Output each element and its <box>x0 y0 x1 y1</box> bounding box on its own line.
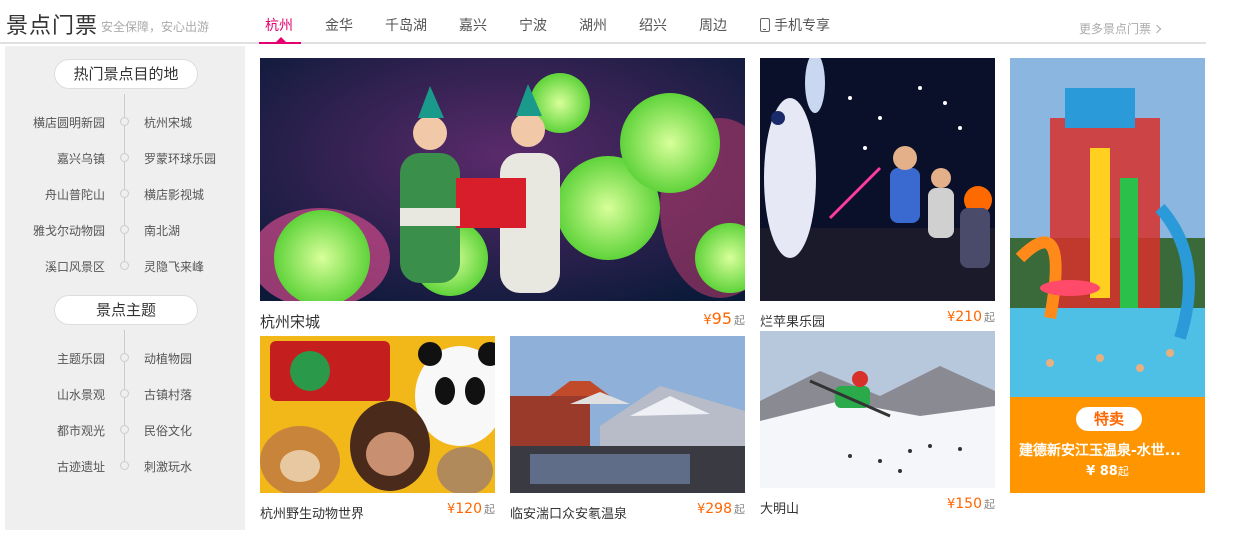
hot-destination-link[interactable]: 南北湖 <box>144 222 180 239</box>
hot-destination-link[interactable]: 灵隐飞来峰 <box>144 258 204 275</box>
hot-destination-link[interactable]: 罗蒙环球乐园 <box>144 150 216 167</box>
theme-link[interactable]: 古镇村落 <box>144 386 192 403</box>
theme-link[interactable]: 民俗文化 <box>144 422 192 439</box>
tab-jiaxing[interactable]: 嘉兴 <box>459 15 487 44</box>
active-tab-underline <box>259 42 301 44</box>
water-park-photo <box>1010 58 1205 397</box>
timeline-dot <box>120 425 129 434</box>
more-tickets-link[interactable]: 更多景点门票 <box>1078 20 1162 37</box>
hot-destination-link[interactable]: 横店影视城 <box>144 186 204 203</box>
attraction-title[interactable]: 杭州野生动物世界 <box>260 503 364 522</box>
price-value: 95 <box>711 309 732 328</box>
hot-destination-link[interactable]: 舟山普陀山 <box>45 186 105 203</box>
songcheng-photo[interactable] <box>260 58 745 301</box>
timeline-dot <box>120 117 129 126</box>
theme-link[interactable]: 刺激玩水 <box>144 458 192 475</box>
tab-mobile-label: 手机专享 <box>774 18 830 34</box>
wildlife-world-photo[interactable] <box>260 336 495 493</box>
hot-destination-link[interactable]: 嘉兴乌镇 <box>57 150 105 167</box>
page-header: 景点门票 安全保障，安心出游 杭州 金华 千岛湖 嘉兴 宁波 湖州 绍兴 周边 … <box>0 0 1206 44</box>
tab-huzhou[interactable]: 湖州 <box>579 15 607 44</box>
price-value: 210 <box>955 309 982 325</box>
theme-link[interactable]: 动植物园 <box>144 350 192 367</box>
featured-price: ¥ 88起 <box>1010 463 1205 479</box>
price-from-label: 起 <box>734 503 745 516</box>
deal-info-band: 特卖 建德新安江玉温泉-水世... ¥ 88起 <box>1010 397 1205 493</box>
mobile-phone-icon <box>760 18 770 32</box>
timeline-dot <box>120 261 129 270</box>
theme-link[interactable]: 山水景观 <box>57 386 105 403</box>
tab-surrounding[interactable]: 周边 <box>699 15 727 44</box>
attraction-price: ¥150 起 <box>925 496 995 512</box>
hot-spring-photo[interactable] <box>510 336 745 493</box>
section-slogan: 安全保障，安心出游 <box>101 20 210 34</box>
destination-sidebar: 热门景点目的地 横店圆明新园 杭州宋城 嘉兴乌镇 罗蒙环球乐园 舟山普陀山 横店… <box>5 46 245 530</box>
tab-shaoxing[interactable]: 绍兴 <box>639 15 667 44</box>
section-title: 景点门票 <box>6 14 99 39</box>
price-from-label: 起 <box>734 314 745 327</box>
tab-jinhua[interactable]: 金华 <box>325 15 353 44</box>
timeline-dot <box>120 153 129 162</box>
hot-destination-link[interactable]: 杭州宋城 <box>144 114 192 131</box>
timeline-dot <box>120 353 129 362</box>
more-tickets-label: 更多景点门票 <box>1078 22 1151 36</box>
attraction-title[interactable]: 烂苹果乐园 <box>760 311 825 330</box>
attraction-price: ¥120 起 <box>425 501 495 517</box>
tab-qiandaohu[interactable]: 千岛湖 <box>385 15 427 44</box>
price-currency: ¥ <box>1086 464 1096 479</box>
timeline-dot <box>120 389 129 398</box>
special-sale-badge: 特卖 <box>1076 407 1142 431</box>
themes-timeline-line <box>124 330 125 470</box>
theme-link[interactable]: 都市观光 <box>57 422 105 439</box>
chevron-right-icon <box>1152 24 1162 34</box>
theme-link[interactable]: 古迹遗址 <box>57 458 105 475</box>
hot-destination-link[interactable]: 横店圆明新园 <box>33 114 105 131</box>
price-value: 150 <box>955 496 982 512</box>
price-from-label: 起 <box>484 503 495 516</box>
attraction-price: ¥298 起 <box>675 501 745 517</box>
price-currency: ¥ <box>703 313 712 328</box>
attraction-price: ¥95 起 <box>690 309 745 328</box>
tab-mobile-exclusive[interactable]: 手机专享 <box>760 15 830 44</box>
attraction-title[interactable]: 临安湍口众安氡温泉 <box>510 503 627 522</box>
attraction-themes-heading: 景点主题 <box>54 295 198 325</box>
rotten-apple-park-photo[interactable] <box>760 58 995 301</box>
hot-destinations-heading: 热门景点目的地 <box>54 59 198 89</box>
attraction-title[interactable]: 杭州宋城 <box>260 311 320 332</box>
timeline-dot <box>120 461 129 470</box>
tab-ningbo[interactable]: 宁波 <box>519 15 547 44</box>
timeline-dot <box>120 189 129 198</box>
price-value: 120 <box>455 501 482 517</box>
theme-link[interactable]: 主题乐园 <box>57 350 105 367</box>
daming-mountain-photo[interactable] <box>760 331 995 488</box>
featured-deal-card[interactable]: 特卖 建德新安江玉温泉-水世... ¥ 88起 <box>1010 58 1205 493</box>
timeline-dot <box>120 225 129 234</box>
price-from-label: 起 <box>984 311 995 324</box>
price-from-label: 起 <box>1117 465 1129 478</box>
active-tab-caret <box>276 37 286 42</box>
price-value: 298 <box>705 501 732 517</box>
hot-destination-link[interactable]: 溪口风景区 <box>45 258 105 275</box>
price-value: 88 <box>1099 464 1118 479</box>
hot-destination-link[interactable]: 雅戈尔动物园 <box>33 222 105 239</box>
attraction-price: ¥210 起 <box>930 309 995 325</box>
featured-title: 建德新安江玉温泉-水世... <box>1019 443 1181 459</box>
attraction-title[interactable]: 大明山 <box>760 498 799 517</box>
price-from-label: 起 <box>984 498 995 511</box>
